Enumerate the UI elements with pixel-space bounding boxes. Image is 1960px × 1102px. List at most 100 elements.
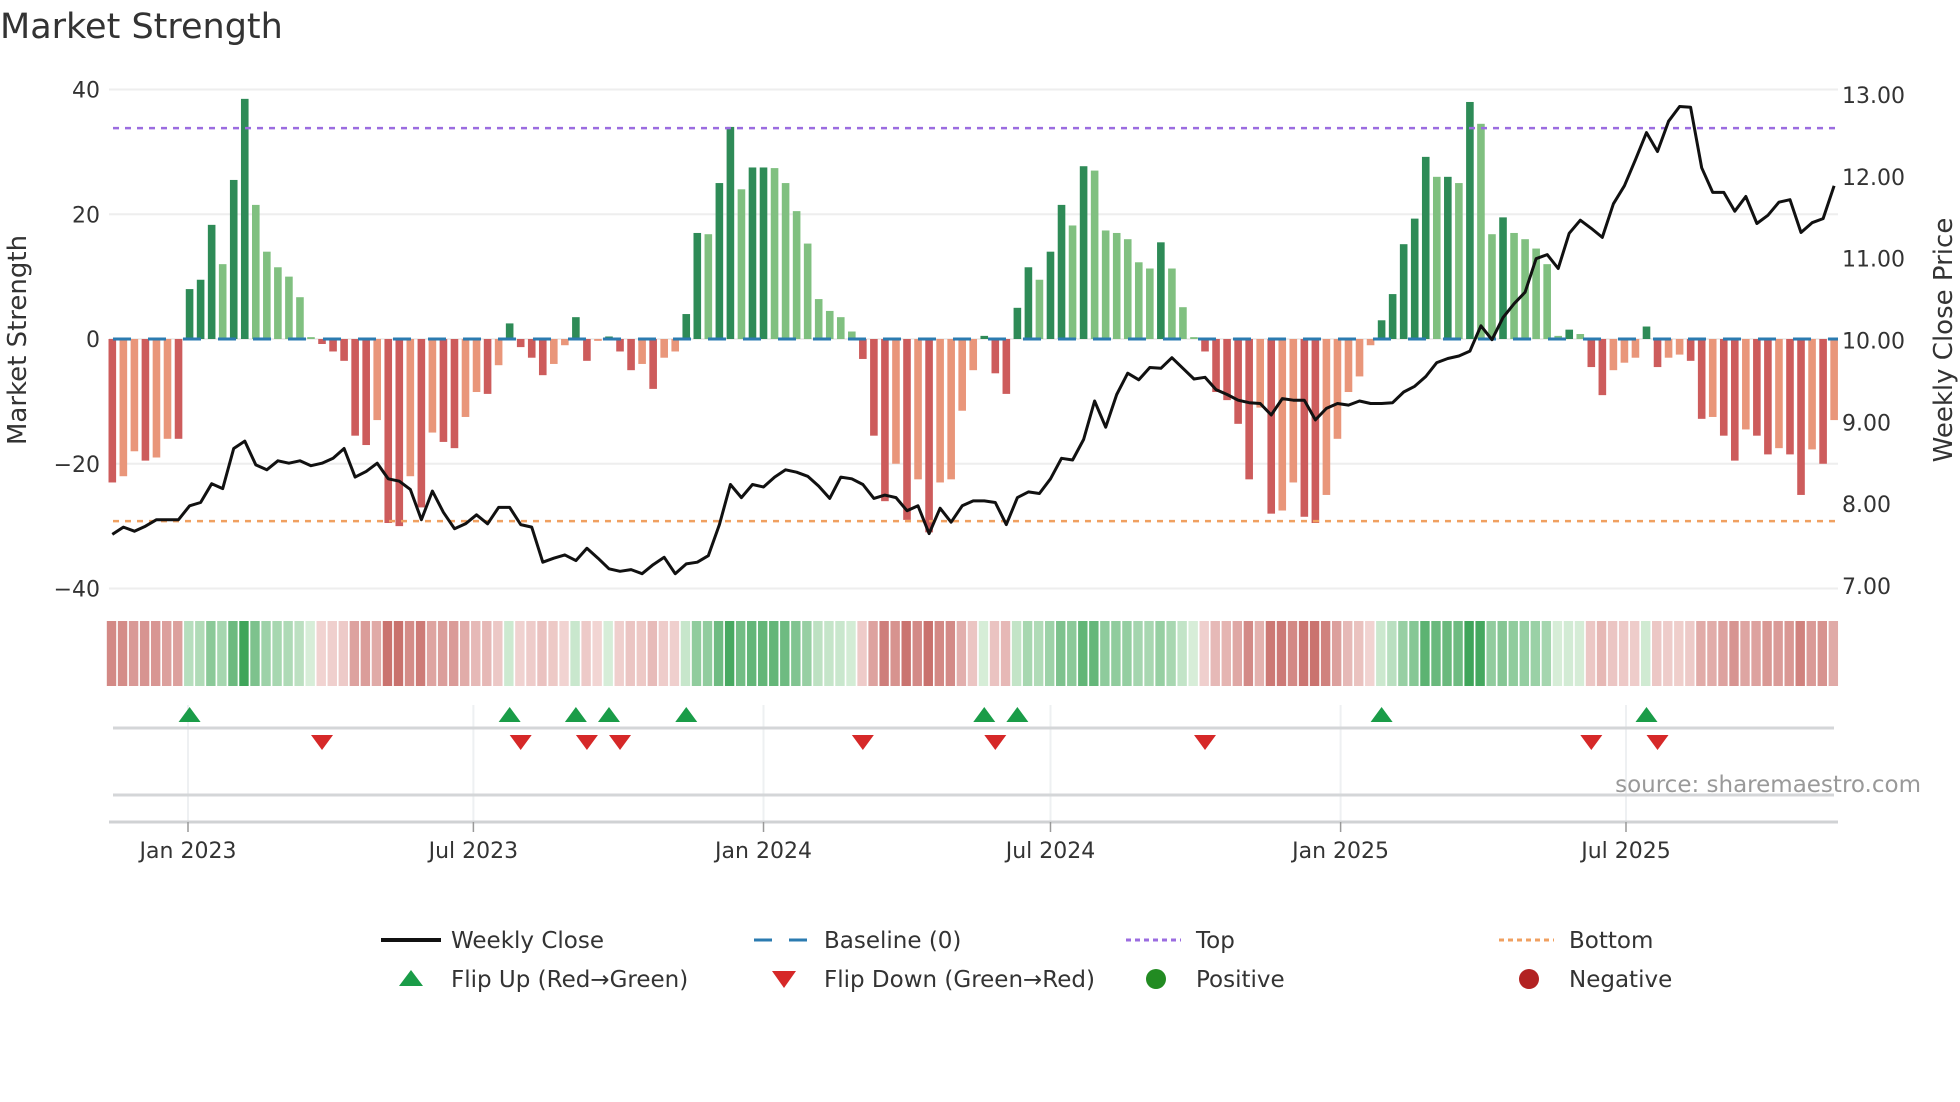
strength-bar: [1686, 339, 1695, 361]
strength-bar: [836, 317, 845, 339]
chart-title: Market Strength: [0, 7, 283, 47]
strength-bar: [1565, 329, 1574, 339]
market-strength-chart: Market Strength 40 20 0 −20 −40 13.00 12.00 11…: [0, 7, 1959, 993]
heat-cell: [448, 621, 459, 686]
heat-cell: [1155, 621, 1165, 686]
strength-bar: [682, 314, 691, 339]
heat-cell: [1033, 621, 1044, 686]
heat-cell: [735, 621, 746, 686]
y2-tick-label: 8.00: [1842, 493, 1891, 518]
strength-bar: [1455, 183, 1463, 339]
left-axis-title: Market Strength: [3, 235, 33, 445]
heat-cell: [713, 621, 724, 686]
legend-label: Flip Down (Green→Red): [824, 967, 1095, 993]
heat-cell: [1398, 621, 1408, 686]
strength-bar: [1664, 339, 1673, 358]
heat-cell: [1133, 621, 1143, 686]
heat-cell: [1387, 621, 1397, 686]
heat-cell: [1751, 621, 1761, 686]
strength-bar: [1587, 339, 1596, 368]
heat-cell: [1254, 621, 1265, 686]
strength-bar: [1477, 123, 1485, 340]
strength-bar: [505, 323, 514, 339]
strength-bar: [1377, 320, 1386, 339]
heat-cell: [614, 621, 624, 686]
heat-cell: [691, 621, 702, 686]
strength-bar: [726, 126, 735, 339]
strength-bar: [715, 183, 724, 339]
heat-cell: [956, 621, 967, 686]
strength-bar: [1742, 339, 1750, 430]
strength-bar: [671, 339, 680, 352]
strength-bar: [1753, 339, 1761, 436]
strength-bar: [1576, 334, 1585, 339]
strength-bar: [1311, 339, 1320, 524]
y2-tick-label: 13.00: [1842, 84, 1905, 109]
heat-cell: [1762, 621, 1772, 686]
strength-bar: [1797, 339, 1805, 495]
heat-cell: [1265, 621, 1276, 686]
strength-bar: [472, 339, 481, 393]
heat-cell: [901, 621, 911, 686]
flip-down-marker: [609, 735, 632, 750]
heat-cell: [724, 621, 735, 686]
heat-cell: [1309, 621, 1320, 686]
strength-bar: [1819, 339, 1827, 464]
strength-bar: [1719, 339, 1728, 436]
strength-bar: [174, 339, 183, 439]
strength-bar: [1179, 307, 1187, 339]
x-tick-label: Jul 2024: [1004, 839, 1096, 864]
legend: Weekly Close Baseline (0) Top Bottom Flip Up…: [381, 928, 1672, 993]
strength-bar: [649, 339, 657, 389]
strength-bar: [1488, 234, 1496, 339]
heat-cell: [471, 621, 481, 686]
heat-cell: [415, 621, 426, 686]
heat-cell: [1243, 621, 1254, 686]
heat-cell: [261, 621, 271, 686]
strength-bar: [1046, 251, 1055, 339]
strength-bar: [1234, 339, 1242, 424]
heat-cell: [1000, 621, 1011, 686]
strength-bar: [119, 339, 128, 477]
strength-heat-strip: [106, 621, 1839, 686]
strength-bar: [263, 251, 271, 339]
strength-bar: [693, 232, 702, 339]
heat-cell: [382, 621, 393, 686]
heat-cell: [1530, 621, 1541, 686]
heat-cell: [1144, 621, 1154, 686]
flip-down-marker: [1580, 735, 1603, 750]
heat-cell: [1287, 621, 1298, 686]
strength-bar: [1289, 339, 1298, 483]
strength-bar: [1134, 262, 1143, 339]
strength-bar: [207, 224, 216, 339]
strength-bar: [892, 339, 900, 464]
strength-bar: [1775, 339, 1783, 449]
heat-cell: [217, 621, 227, 686]
strength-bar: [638, 339, 646, 364]
heat-cell: [1354, 621, 1364, 686]
heat-cell: [283, 621, 293, 686]
heat-cell: [1276, 621, 1287, 686]
strength-bar: [969, 339, 978, 371]
strength-bar: [1510, 232, 1518, 339]
strength-bar: [1068, 225, 1077, 339]
strength-bar: [373, 339, 382, 421]
strength-bar: [1035, 279, 1044, 339]
heat-cell: [393, 621, 404, 686]
flip-down-marker: [509, 735, 532, 750]
y-tick-label: −20: [54, 453, 100, 478]
heat-cell: [1663, 621, 1673, 686]
heat-cell: [1056, 621, 1066, 686]
y2-tick-label: 7.00: [1842, 575, 1891, 600]
strength-bar: [660, 339, 668, 358]
strength-bar: [792, 211, 801, 339]
heat-cell: [758, 621, 768, 686]
heat-cell: [526, 621, 536, 686]
strength-bar: [1333, 339, 1342, 439]
strength-bar: [561, 339, 569, 346]
heat-cell: [195, 621, 205, 686]
strength-bar: [1421, 156, 1430, 339]
heat-cell: [1475, 621, 1485, 686]
strength-bar: [704, 234, 713, 339]
strength-bar: [351, 339, 359, 436]
